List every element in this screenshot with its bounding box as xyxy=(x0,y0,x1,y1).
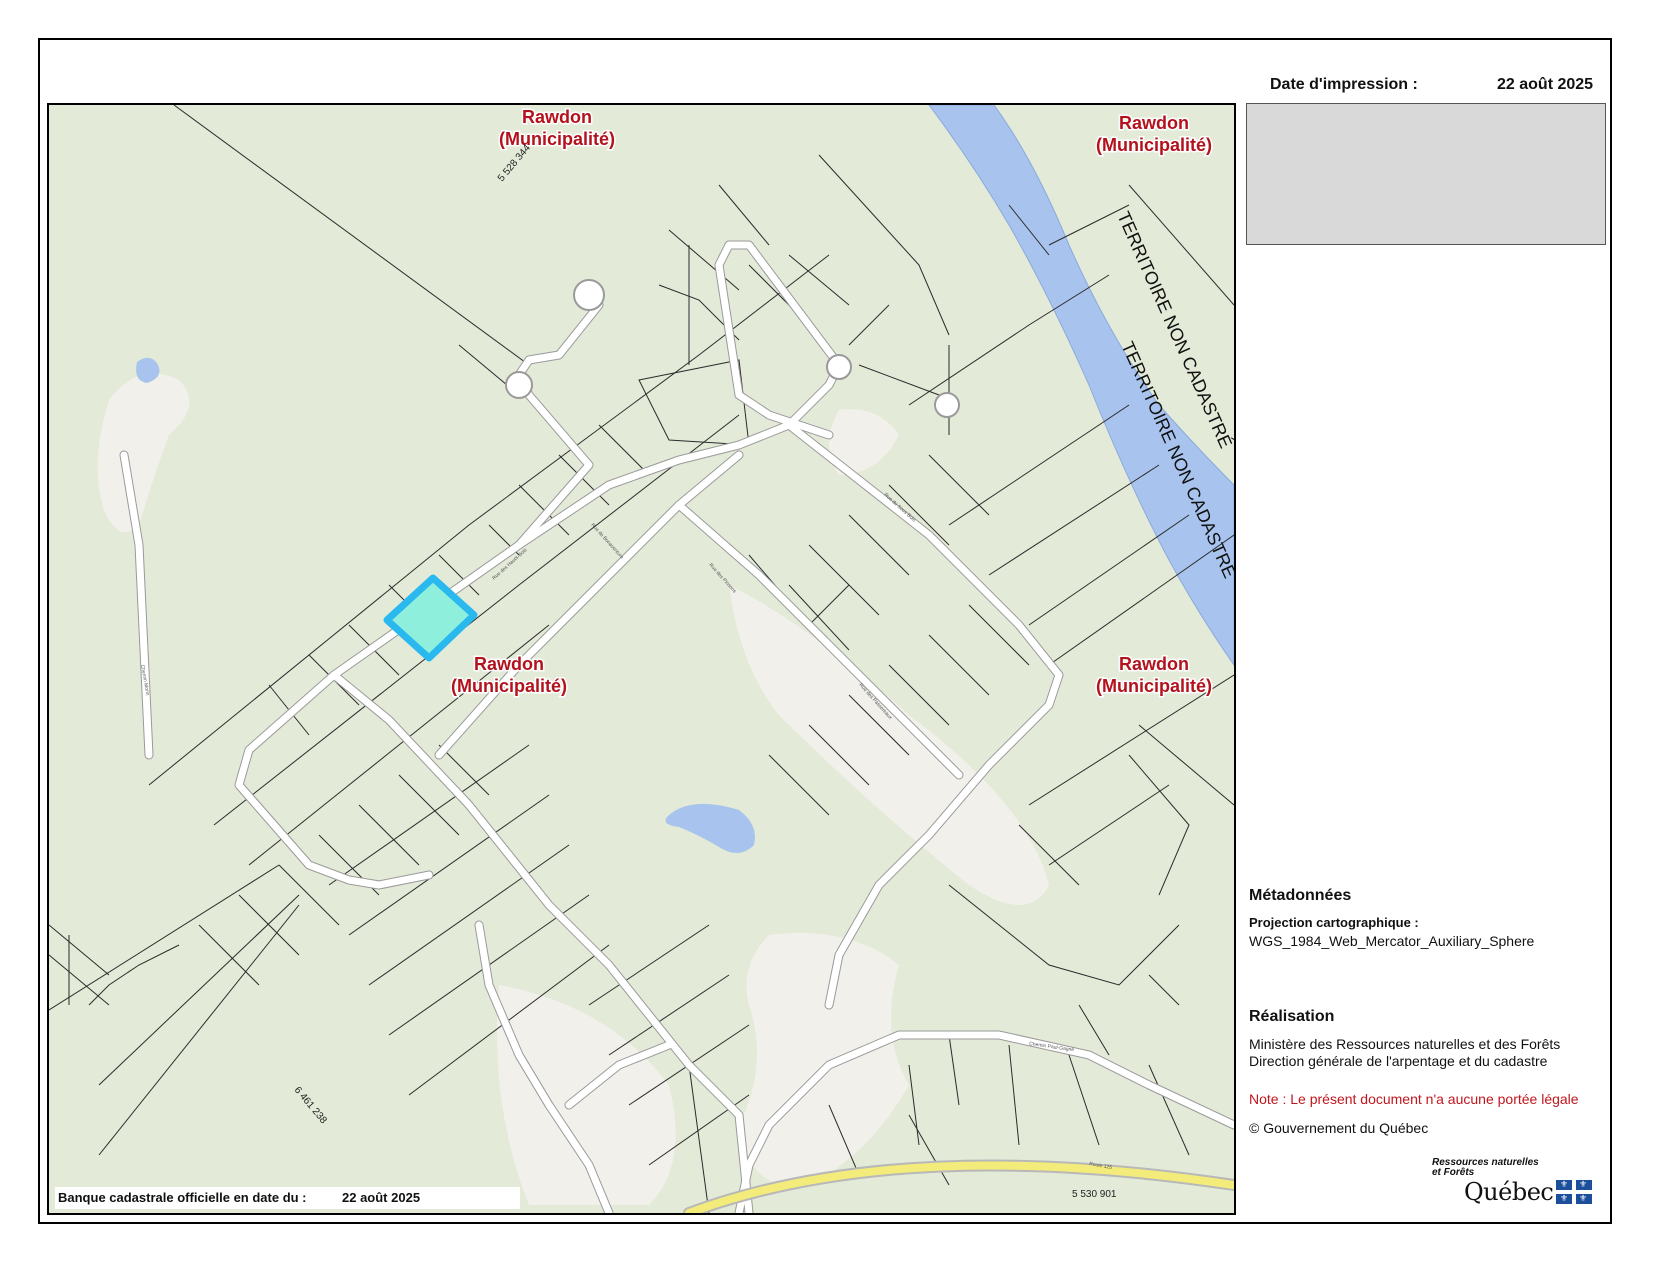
street-label: Rue de Bonaventure xyxy=(590,522,625,560)
municipality-label: (Municipalité) xyxy=(499,129,615,149)
municipality-label: (Municipalité) xyxy=(451,676,567,696)
logo-line-2: et Forêts xyxy=(1432,1167,1475,1178)
lot-number-label: 5 530 901 xyxy=(1072,1189,1117,1200)
quebec-logo: Ressources naturelles et Forêts Québec ⚜… xyxy=(1432,1158,1598,1208)
print-date-value: 22 août 2025 xyxy=(1497,76,1594,93)
municipality-label: Rawdon xyxy=(522,107,592,127)
municipality-label: (Municipalité) xyxy=(1096,676,1212,696)
cadastral-map[interactable]: Rawdon (Municipalité) Rawdon (Municipali… xyxy=(47,103,1236,1215)
metadata-title: Métadonnées xyxy=(1249,887,1352,904)
projection-value: WGS_1984_Web_Mercator_Auxiliary_Sphere xyxy=(1249,933,1535,949)
print-date-label: Date d'impression : xyxy=(1270,76,1418,93)
cadastre-date-bar: Banque cadastrale officielle en date du … xyxy=(55,1187,520,1209)
map-canvas[interactable]: Rawdon (Municipalité) Rawdon (Municipali… xyxy=(49,105,1234,1213)
realisation-line-2: Direction générale de l'arpentage et du … xyxy=(1249,1053,1548,1069)
municipality-label: Rawdon xyxy=(1119,654,1189,674)
cadastre-date-label: Banque cadastrale officielle en date du … xyxy=(58,1190,307,1205)
cadastre-date-value: 22 août 2025 xyxy=(342,1190,421,1205)
street-label: Rue des Pinsons xyxy=(708,562,738,594)
fleurdelise-flag-icon: ⚜ ⚜ ⚜ ⚜ xyxy=(1556,1180,1592,1204)
lot-number-label: 6 461 238 xyxy=(292,1085,329,1126)
lot-number-labels: 5 528 344 6 461 238 5 530 901 xyxy=(292,142,1117,1200)
municipality-label: Rawdon xyxy=(474,654,544,674)
realisation-title: Réalisation xyxy=(1249,1008,1335,1025)
municipality-label: (Municipalité) xyxy=(1096,135,1212,155)
projection-label: Projection cartographique : xyxy=(1249,915,1419,930)
legend-placeholder-box xyxy=(1246,103,1606,245)
legal-note: Note : Le présent document n'a aucune po… xyxy=(1249,1091,1579,1107)
roads xyxy=(119,240,1234,1213)
realisation-line-1: Ministère des Ressources naturelles et d… xyxy=(1249,1036,1561,1052)
logo-word: Québec xyxy=(1464,1178,1554,1206)
copyright: © Gouvernement du Québec xyxy=(1249,1120,1429,1136)
municipality-label: Rawdon xyxy=(1119,113,1189,133)
